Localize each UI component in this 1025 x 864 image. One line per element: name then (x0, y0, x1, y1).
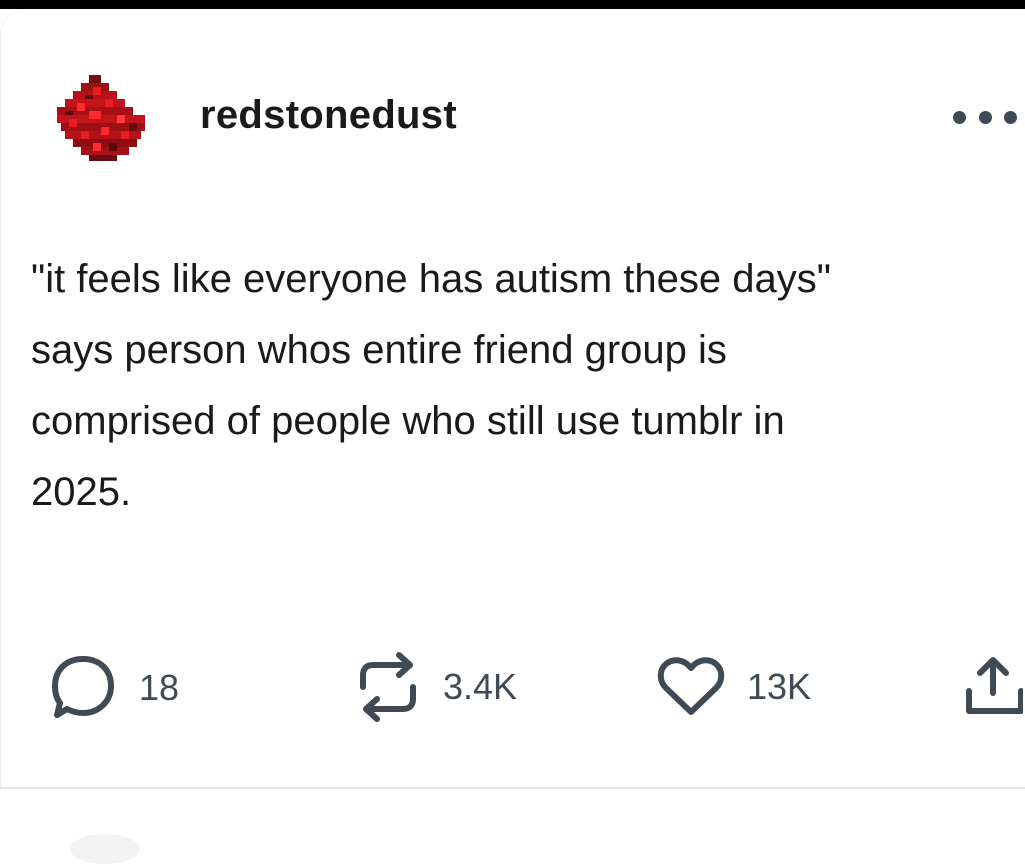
reply-button[interactable]: 18 (51, 653, 179, 723)
share-button[interactable] (963, 655, 1023, 719)
more-options-button[interactable] (953, 105, 1017, 129)
ellipsis-icon-dot (1004, 110, 1017, 124)
ellipsis-icon (953, 110, 966, 124)
post-card: redstonedust "it feels like everyone has… (0, 9, 1025, 787)
reblog-icon (360, 652, 416, 722)
post-divider (0, 787, 1025, 789)
redstone-dust-avatar-icon (57, 75, 145, 161)
avatar[interactable] (53, 71, 149, 167)
post-text: "it feels like everyone has autism these… (31, 257, 831, 514)
reblog-button[interactable]: 3.4K (357, 649, 517, 725)
reblog-count: 3.4K (443, 666, 518, 707)
share-icon (966, 657, 1023, 714)
reply-count: 18 (139, 667, 180, 708)
status-bar-edge (0, 0, 1025, 9)
like-count: 13K (747, 666, 812, 707)
speech-bubble-icon (52, 656, 114, 718)
ellipsis-icon-dot (978, 110, 992, 124)
heart-icon (657, 657, 725, 715)
username[interactable]: redstonedust (200, 93, 457, 138)
next-post-avatar-edge (70, 834, 140, 864)
like-button[interactable]: 13K (657, 657, 811, 717)
